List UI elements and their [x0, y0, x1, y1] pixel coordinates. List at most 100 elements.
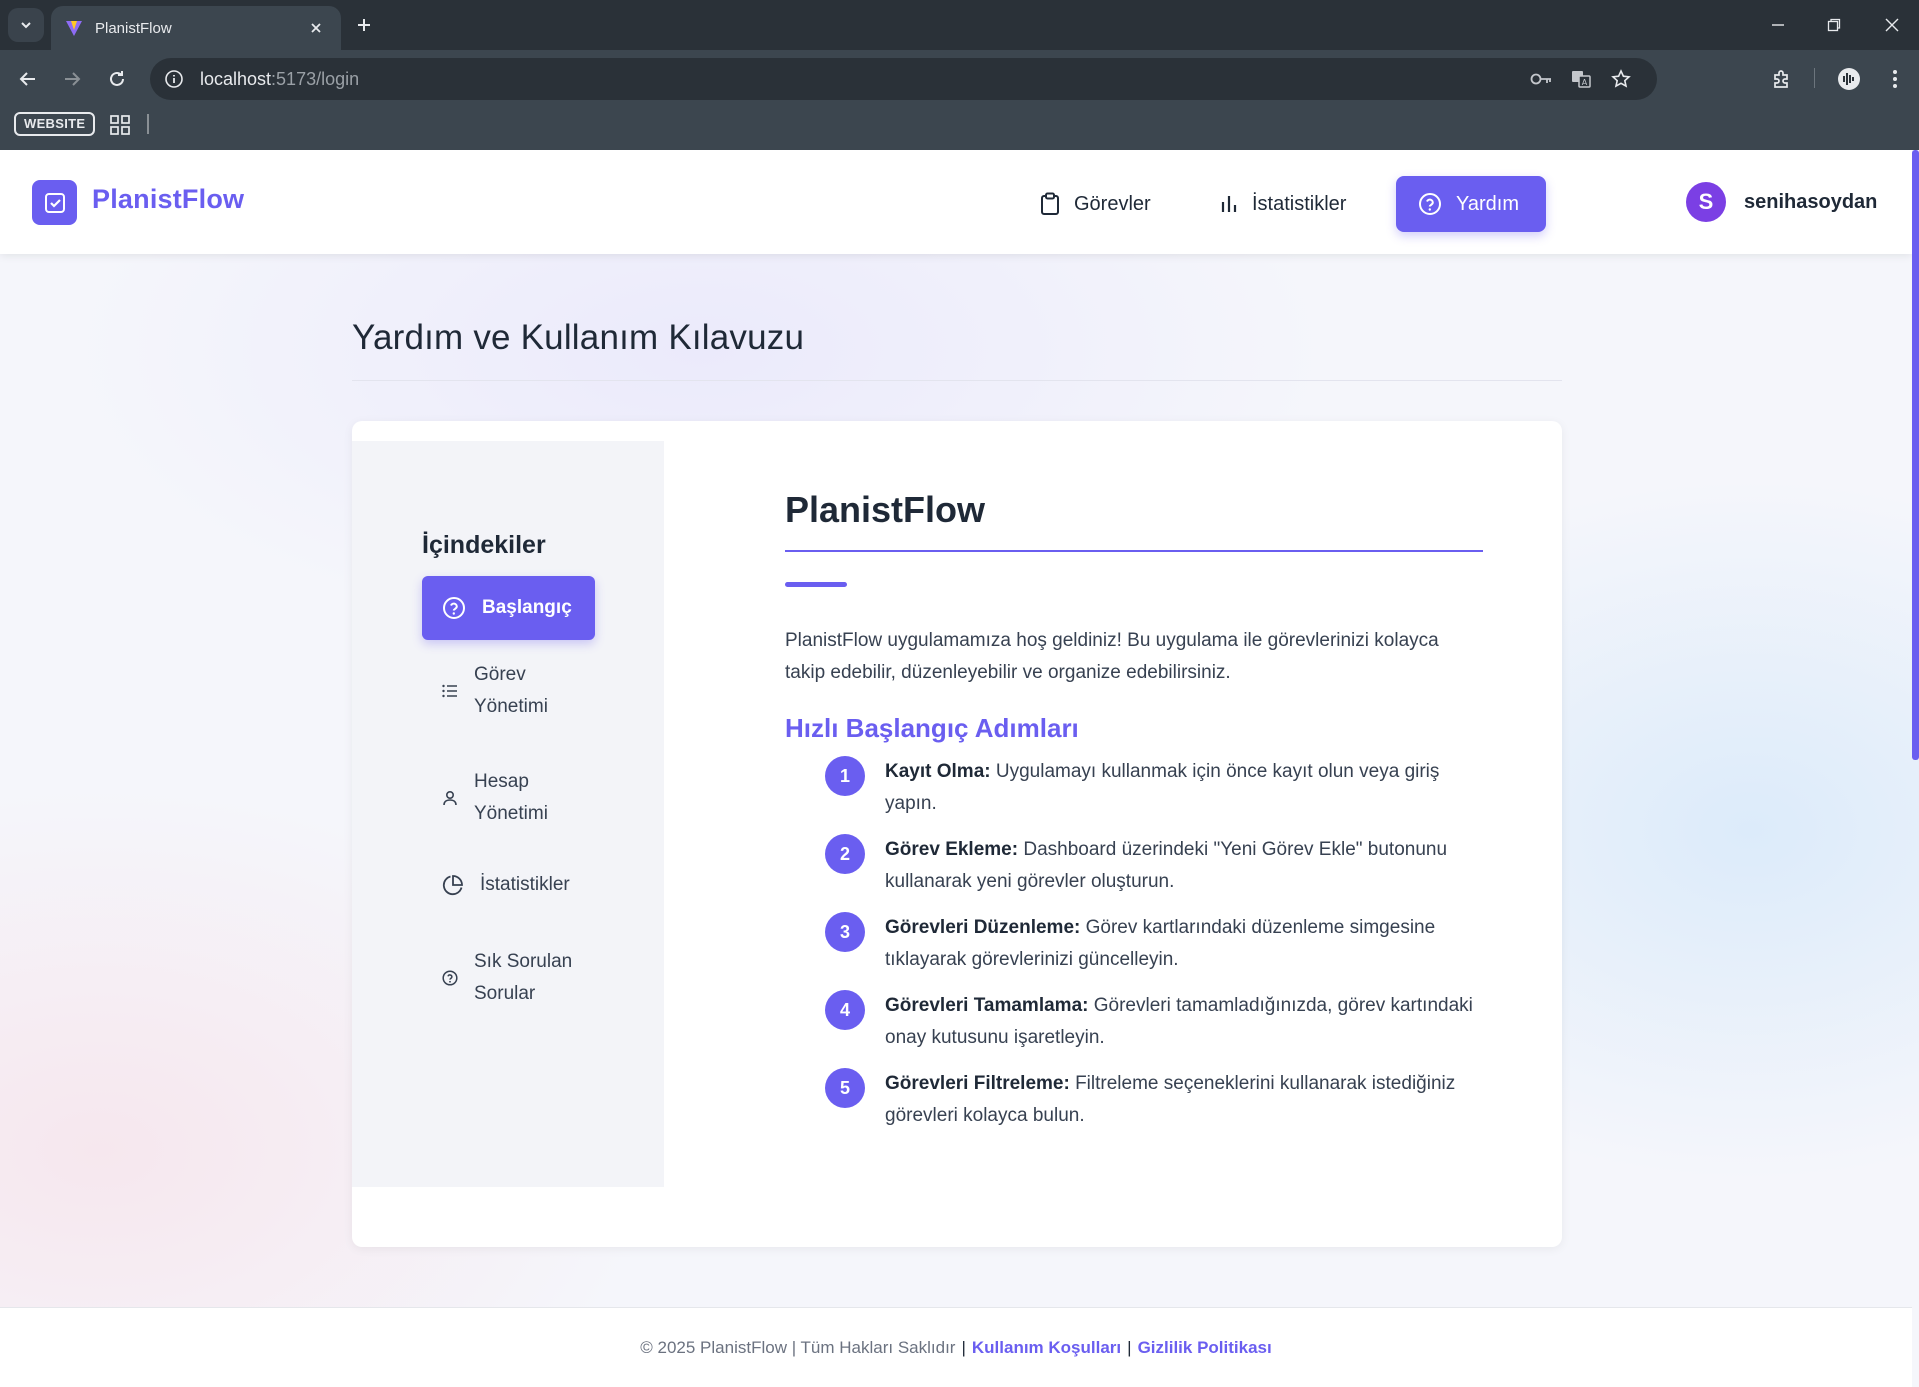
quickstart-heading: Hızlı Başlangıç Adımları: [785, 713, 1079, 743]
step-title: Kayıt Olma:: [885, 761, 991, 782]
list-icon: [442, 684, 457, 698]
url-text[interactable]: localhost:5173/login: [200, 69, 359, 90]
puzzle-icon: [1774, 70, 1788, 88]
apps-grid-icon[interactable]: [109, 114, 131, 136]
footer-separator: |: [961, 1337, 966, 1357]
restore-icon: [1827, 18, 1841, 32]
step-text: Görevleri Filtreleme: Filtreleme seçenek…: [885, 1068, 1483, 1132]
step-number: 1: [825, 756, 865, 796]
browser-tab-active[interactable]: PlanistFlow: [51, 6, 341, 50]
clipboard-icon: [1041, 192, 1059, 215]
intro-paragraph: PlanistFlow uygulamamıza hoş geldiniz! B…: [785, 630, 1439, 683]
page-scrollbar[interactable]: [1912, 150, 1919, 760]
step-title: Görev Ekleme:: [885, 839, 1019, 860]
page-title: Yardım ve Kullanım Kılavuzu: [352, 318, 805, 357]
help-content: PlanistFlow PlanistFlow uygulamamıza hoş…: [785, 489, 1483, 1146]
user-menu[interactable]: S senihasoydan: [1686, 182, 1877, 222]
brand-name[interactable]: PlanistFlow: [92, 184, 244, 215]
toc-item-label: İstatistikler: [480, 874, 570, 895]
toc-item-baslangic[interactable]: Başlangıç: [422, 576, 595, 640]
step-number: 5: [825, 1068, 865, 1108]
page-footer: © 2025 PlanistFlow | Tüm Hakları Saklıdı…: [0, 1307, 1912, 1387]
title-accent-bar: [785, 582, 847, 587]
toolbar-separator: [1814, 68, 1815, 88]
step-number: 4: [825, 990, 865, 1030]
page-viewport: PlanistFlow Görevler İstatistikler Yardı…: [0, 150, 1919, 1387]
arrow-left-icon: [19, 72, 35, 86]
pie-chart-icon: [442, 875, 463, 896]
toc-item-label: Sık Sorulan Sorular: [474, 951, 573, 1004]
avatar: S: [1686, 182, 1726, 222]
step-title: Görevleri Düzenleme:: [885, 917, 1081, 938]
password-key-icon[interactable]: [1530, 68, 1552, 90]
list-item: 2 Görev Ekleme: Dashboard üzerindeki "Ye…: [825, 834, 1483, 898]
toc-item-gorev-yonetimi[interactable]: Görev Yönetimi: [422, 659, 572, 723]
browser-tabstrip: PlanistFlow: [0, 0, 1919, 50]
new-tab-button[interactable]: [352, 13, 376, 37]
nav-istatistikler[interactable]: İstatistikler: [1198, 176, 1368, 232]
help-circle-icon: [443, 597, 465, 619]
toc-item-label: Görev Yönetimi: [474, 664, 548, 717]
translate-icon[interactable]: A: [1570, 68, 1592, 90]
profile-extension-button[interactable]: [1834, 64, 1864, 94]
tab-search-button[interactable]: [8, 8, 44, 42]
forward-button[interactable]: [58, 65, 86, 93]
step-text: Görevleri Tamamlama: Görevleri tamamladı…: [885, 990, 1483, 1054]
list-item: 4 Görevleri Tamamlama: Görevleri tamamla…: [825, 990, 1483, 1054]
toc-item-hesap-yonetimi[interactable]: Hesap Yönetimi: [422, 766, 572, 830]
reload-icon: [110, 71, 124, 86]
step-text: Görevleri Düzenleme: Görev kartlarındaki…: [885, 912, 1483, 976]
toc-item-label: Hesap Yönetimi: [474, 771, 548, 824]
bookmark-star-icon[interactable]: [1610, 68, 1632, 90]
extensions-button[interactable]: [1767, 64, 1797, 94]
toc-title: İçindekiler: [422, 531, 546, 559]
svg-text:A: A: [1582, 78, 1588, 87]
checkbox-logo-icon: [44, 192, 65, 213]
arrow-right-icon: [65, 72, 81, 86]
window-restore-button[interactable]: [1820, 12, 1848, 38]
nav-gorevler-label: Görevler: [1074, 192, 1151, 215]
bar-chart-icon: [1221, 196, 1237, 212]
nav-gorevler[interactable]: Görevler: [1018, 176, 1173, 232]
nav-istatistikler-label: İstatistikler: [1252, 192, 1347, 215]
close-icon: [1885, 18, 1899, 32]
more-vertical-icon: [1893, 70, 1897, 88]
footer-separator: |: [1127, 1337, 1132, 1357]
bookmarks-separator: [147, 114, 149, 134]
window-minimize-button[interactable]: [1764, 12, 1792, 38]
toc-item-sss[interactable]: Sık Sorulan Sorular: [422, 946, 582, 1010]
nav-yardim-label: Yardım: [1456, 192, 1519, 215]
browser-menu-button[interactable]: [1880, 64, 1910, 94]
list-item: 3 Görevleri Düzenleme: Görev kartlarında…: [825, 912, 1483, 976]
browser-toolbar: localhost:5173/login A: [0, 50, 1919, 108]
brand-logo[interactable]: [32, 180, 77, 225]
toc-item-label: Başlangıç: [482, 597, 572, 618]
back-button[interactable]: [14, 65, 42, 93]
bookmark-website[interactable]: WEBSITE: [14, 112, 96, 136]
terms-link[interactable]: Kullanım Koşulları: [972, 1338, 1121, 1358]
step-number: 3: [825, 912, 865, 952]
user-icon: [443, 790, 457, 806]
reload-button[interactable]: [103, 65, 131, 93]
nav-yardim[interactable]: Yardım: [1396, 176, 1546, 232]
window-close-button[interactable]: [1878, 12, 1906, 38]
step-text: Görev Ekleme: Dashboard üzerindeki "Yeni…: [885, 834, 1483, 898]
address-bar[interactable]: localhost:5173/login A: [150, 58, 1657, 100]
toc-item-istatistikler[interactable]: İstatistikler: [422, 869, 612, 901]
list-item: 5 Görevleri Filtreleme: Filtreleme seçen…: [825, 1068, 1483, 1132]
username: senihasoydan: [1744, 190, 1878, 213]
plus-icon: [358, 19, 370, 31]
tab-close-icon[interactable]: [305, 17, 327, 39]
app-header: PlanistFlow Görevler İstatistikler Yardı…: [0, 150, 1912, 254]
step-text: Kayıt Olma: Uygulamayı kullanmak için ön…: [885, 756, 1483, 820]
tab-title: PlanistFlow: [95, 19, 172, 37]
audio-extension-icon: [1838, 68, 1860, 90]
site-info-icon[interactable]: [164, 69, 184, 89]
chevron-down-icon: [21, 22, 31, 29]
question-icon: [442, 970, 458, 986]
step-title: Görevleri Filtreleme:: [885, 1073, 1070, 1094]
privacy-link[interactable]: Gizlilik Politikası: [1138, 1338, 1272, 1358]
bookmarks-bar: WEBSITE: [0, 108, 1919, 150]
vite-favicon-icon: [66, 21, 82, 36]
step-number: 2: [825, 834, 865, 874]
